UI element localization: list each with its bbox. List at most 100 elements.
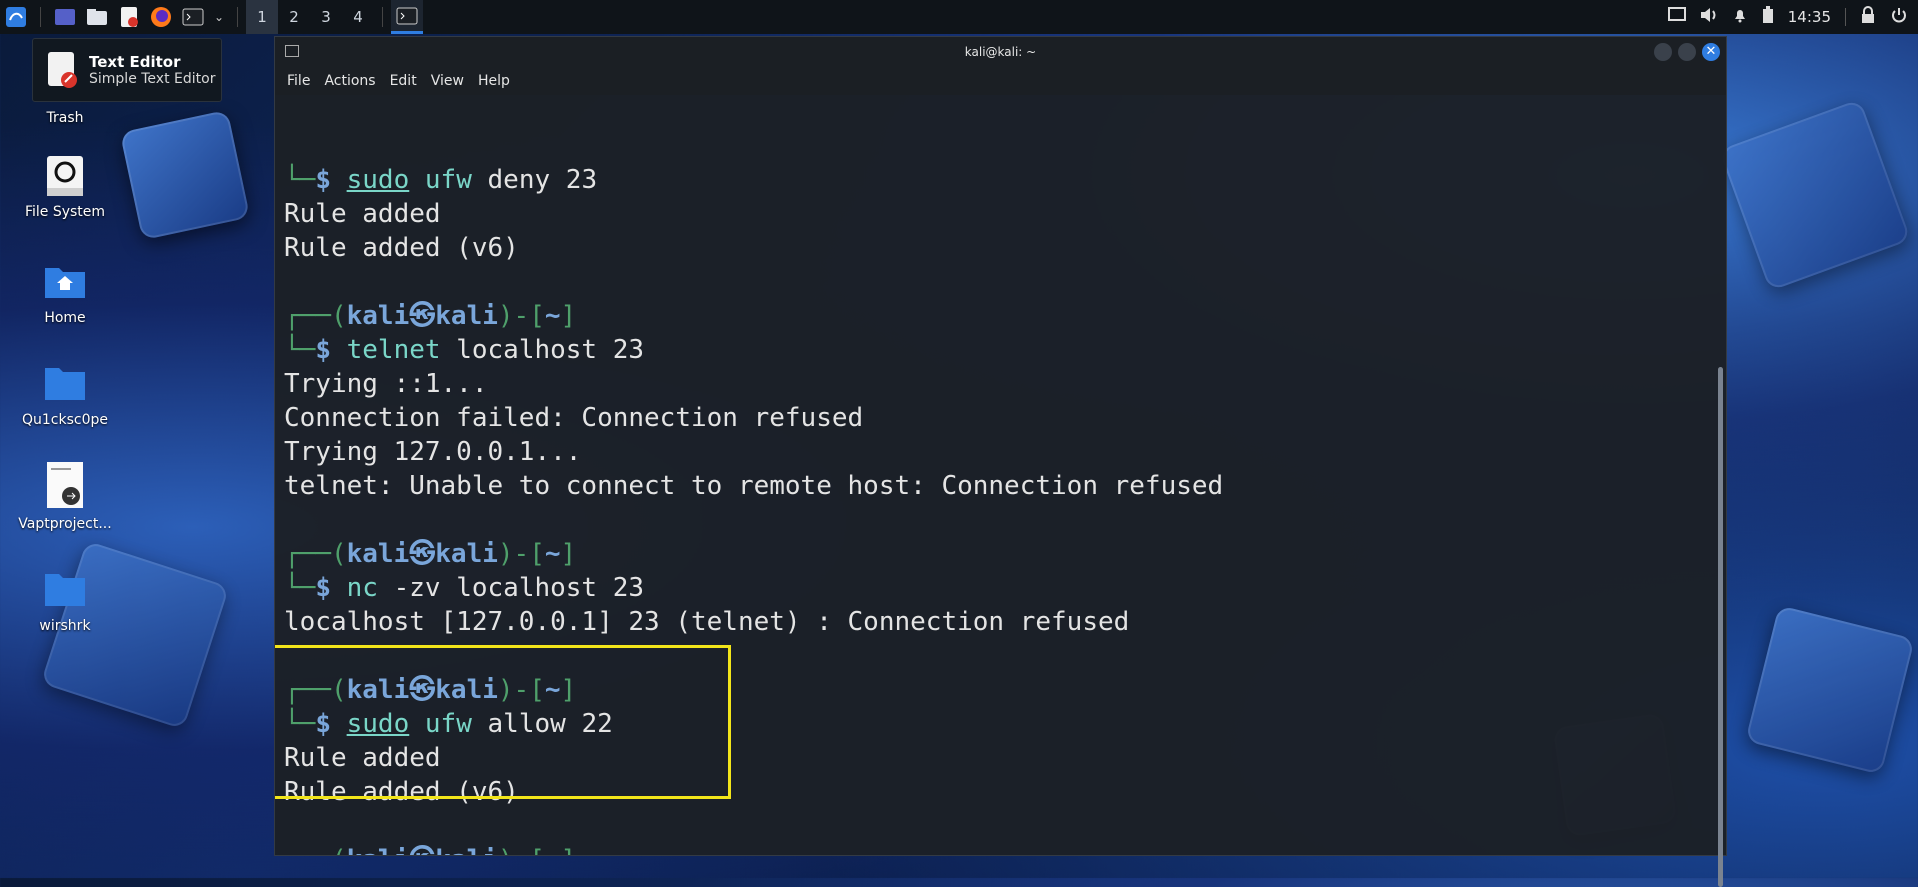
menu-view[interactable]: View	[431, 73, 464, 89]
prompt-frame: ]	[560, 301, 577, 331]
terminal-output-line: Rule added (v6)	[284, 775, 1712, 809]
terminal-output-line: Rule added	[284, 741, 1712, 775]
prompt-frame: )-[	[498, 845, 545, 855]
separator	[237, 7, 238, 27]
menu-edit[interactable]: Edit	[390, 73, 417, 89]
notification-bell-icon[interactable]	[1732, 7, 1748, 27]
separator	[1845, 8, 1846, 26]
prompt-frame: └─	[284, 709, 316, 739]
file-manager-icon[interactable]	[84, 4, 110, 30]
logout-icon[interactable]	[1890, 6, 1908, 28]
terminal-output-line: Connection failed: Connection refused	[284, 401, 1712, 435]
window-title: kali@kali: ~	[964, 45, 1037, 59]
document-icon	[43, 460, 87, 510]
command-sudo: sudo	[346, 709, 410, 739]
window-menu-icon[interactable]	[285, 45, 299, 57]
folder-icon	[43, 568, 87, 612]
prompt-host: kali	[435, 301, 498, 331]
terminal-command-line: └─$ sudo ufw deny 23	[284, 163, 1712, 197]
workspace-3[interactable]: 3	[310, 0, 342, 34]
prompt-frame: ]	[561, 845, 577, 855]
menu-help[interactable]: Help	[478, 73, 510, 89]
output-text: Rule added	[284, 743, 441, 773]
prompt-frame: ]	[560, 539, 577, 569]
output-text: telnet: Unable to connect to remote host…	[284, 471, 1224, 501]
close-button[interactable]: ✕	[1702, 43, 1720, 61]
wallpaper-decoration	[1718, 98, 1912, 292]
workspace-4[interactable]: 4	[342, 0, 374, 34]
wallpaper-decoration	[1745, 605, 1915, 775]
prompt-frame: └─	[284, 573, 316, 603]
taskbar-terminal-app[interactable]	[391, 0, 423, 34]
workspace-2[interactable]: 2	[278, 0, 310, 34]
terminal-output-line: Rule added	[284, 197, 1712, 231]
command-program: ufw	[424, 709, 472, 739]
text-editor-icon	[48, 52, 77, 88]
command-sudo: sudo	[346, 165, 410, 195]
prompt-dollar: $	[315, 335, 347, 365]
terminal-lines: └─$ sudo ufw deny 23 Rule added Rule added…	[284, 163, 1712, 855]
prompt-symbol: ㉿	[409, 539, 436, 569]
terminal-command-line: └─$ sudo ufw allow 22	[284, 707, 1712, 741]
minimize-button[interactable]	[1654, 43, 1672, 61]
output-text: Trying ::1...	[284, 369, 488, 399]
output-text: Rule added (v6)	[284, 233, 519, 263]
command-program: ufw	[424, 165, 472, 195]
terminal-icon	[396, 7, 418, 24]
clock[interactable]: 14:35	[1788, 8, 1831, 26]
output-text: Rule added	[284, 199, 441, 229]
command-args: localhost 23	[440, 335, 645, 365]
terminal-window[interactable]: kali@kali: ~ ✕ File Actions Edit View He…	[274, 36, 1727, 887]
menu-file[interactable]: File	[287, 73, 310, 89]
terminal-output-line: Trying ::1...	[284, 367, 1712, 401]
prompt-frame: └─	[284, 165, 316, 195]
command-program: telnet	[346, 335, 441, 365]
terminal-prompt-line: ┌──(kali㉿kali)-[~]	[284, 673, 1712, 707]
text-editor-icon[interactable]	[116, 4, 142, 30]
prompt-frame: └─	[284, 335, 316, 365]
desktop-icon-qu1cksc0pe[interactable]: Qu1cksc0pe	[10, 362, 120, 428]
terminal-output-line: telnet: Unable to connect to remote host…	[284, 469, 1712, 503]
desktop-icon-wirshrk[interactable]: wirshrk	[10, 568, 120, 634]
menu-actions[interactable]: Actions	[324, 73, 375, 89]
display-icon[interactable]	[1667, 7, 1686, 27]
maximize-button[interactable]	[1678, 43, 1696, 61]
battery-icon[interactable]	[1762, 6, 1774, 28]
desktop-icon-label: Vaptproject...	[18, 516, 112, 532]
scrollbar[interactable]	[1718, 367, 1723, 887]
chevron-down-icon[interactable]: ⌄	[212, 4, 226, 30]
command-args: allow 22	[471, 709, 613, 739]
prompt-frame: ┌──(	[284, 301, 347, 331]
desktop-icon-label: Trash	[46, 110, 84, 126]
prompt-host: kali	[435, 675, 498, 705]
top-panel: ⌄ 1 2 3 4 14:35	[0, 0, 1918, 34]
launcher-tooltip: Text Editor Simple Text Editor	[32, 38, 222, 102]
workspace-1[interactable]: 1	[246, 0, 278, 34]
prompt-frame: ┌──(	[284, 845, 347, 855]
window-titlebar[interactable]: kali@kali: ~ ✕	[275, 37, 1726, 67]
terminal-output-line: Rule added (v6)	[284, 231, 1712, 265]
prompt-user: kali	[347, 845, 410, 855]
kali-menu-icon[interactable]	[3, 4, 29, 30]
prompt-user: kali	[346, 539, 410, 569]
volume-icon[interactable]	[1700, 7, 1718, 27]
firefox-icon[interactable]	[148, 4, 174, 30]
desktop-icon-label: Qu1cksc0pe	[21, 412, 108, 428]
prompt-host: kali	[435, 539, 498, 569]
prompt-symbol: ㉿	[409, 675, 436, 705]
terminal-prompt-line: ┌──(kali㉿kali)-[~]	[284, 843, 1712, 855]
terminal-output[interactable]: └─$ sudo ufw deny 23 Rule added Rule added…	[275, 95, 1712, 855]
terminal-launcher-icon[interactable]	[180, 4, 206, 30]
desktop-icon-vaptproject[interactable]: Vaptproject...	[10, 460, 120, 532]
lock-icon[interactable]	[1860, 6, 1876, 28]
prompt-dir: ~	[544, 675, 561, 705]
prompt-dollar: $	[315, 573, 347, 603]
prompt-host: kali	[435, 845, 498, 855]
command-args: -zv localhost 23	[377, 573, 645, 603]
show-desktop-icon[interactable]	[52, 4, 78, 30]
system-tray: 14:35	[1667, 0, 1918, 34]
desktop-icon-home[interactable]: Home	[10, 260, 120, 326]
desktop-icon-file-system[interactable]: File System	[10, 154, 120, 220]
